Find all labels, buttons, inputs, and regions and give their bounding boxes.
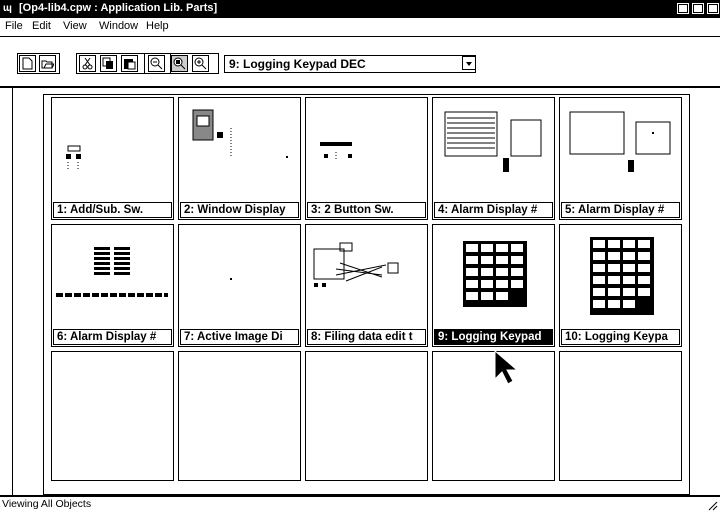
open-file-button[interactable] (39, 55, 56, 72)
menu-edit[interactable]: Edit (32, 20, 51, 32)
menu-file[interactable]: File (5, 20, 23, 32)
window-display-preview (192, 109, 288, 158)
status-text: Viewing All Objects (2, 498, 92, 510)
zoom-out-icon (150, 57, 163, 70)
part-label: 6: Alarm Display # (53, 329, 172, 345)
part-label: 1: Add/Sub. Sw. (53, 202, 172, 218)
parts-select[interactable]: 9: Logging Keypad DEC (224, 55, 476, 73)
dropdown-arrow-icon[interactable] (462, 56, 476, 70)
empty-part-slot[interactable] (51, 351, 174, 481)
part-item-9[interactable]: 9: Logging Keypad (432, 224, 555, 347)
part-item-5[interactable]: 5: Alarm Display # (559, 97, 682, 220)
menu-view[interactable]: View (63, 20, 87, 32)
part-item-1[interactable]: 1: Add/Sub. Sw. (51, 97, 174, 220)
part-label: 4: Alarm Display # (434, 202, 553, 218)
app-icon[interactable]: ɰ (3, 3, 12, 14)
part-label: 9: Logging Keypad (434, 329, 553, 345)
application-window: ɰ [Op4-lib4.cpw : Application Lib. Parts… (0, 0, 720, 511)
part-label: 3: 2 Button Sw. (307, 202, 426, 218)
part-item-8[interactable]: 8: Filing data edit t (305, 224, 428, 347)
cut-button[interactable] (79, 55, 96, 72)
title-bar[interactable]: ɰ [Op4-lib4.cpw : Application Lib. Parts… (0, 0, 720, 18)
copy-icon (102, 57, 113, 69)
part-item-6[interactable]: 6: Alarm Display # (51, 224, 174, 347)
part-label: 5: Alarm Display # (561, 202, 680, 218)
part-item-3[interactable]: 3: 2 Button Sw. (305, 97, 428, 220)
copy-button[interactable] (100, 55, 117, 72)
active-image-preview (230, 278, 232, 280)
close-button[interactable] (707, 3, 719, 14)
zoom-out-button[interactable] (148, 55, 165, 72)
empty-part-slot[interactable] (305, 351, 428, 481)
parts-select-value: 9: Logging Keypad DEC (229, 57, 366, 71)
new-file-button[interactable] (19, 55, 36, 72)
mouse-pointer-icon (493, 349, 523, 390)
part-item-2[interactable]: 2: Window Display (178, 97, 301, 220)
part-label: 10: Logging Keypa (561, 329, 680, 345)
resize-grip-icon (708, 501, 718, 511)
empty-part-slot[interactable] (559, 351, 682, 481)
zoom-in-icon (194, 57, 207, 70)
menu-bar: File Edit View Window Help (0, 19, 720, 35)
zoom-in-button[interactable] (192, 55, 209, 72)
zoom-fit-icon (173, 57, 186, 70)
logging-keypad-dec-preview (463, 241, 527, 307)
filing-data-edit-preview (313, 242, 399, 287)
part-label: 8: Filing data edit t (307, 329, 426, 345)
part-item-10[interactable]: 10: Logging Keypa (559, 224, 682, 347)
scissors-icon (82, 57, 93, 70)
minimize-button[interactable] (677, 3, 689, 14)
paste-icon (124, 59, 136, 70)
menu-help[interactable]: Help (146, 20, 169, 32)
part-item-4[interactable]: 4: Alarm Display # (432, 97, 555, 220)
new-file-icon (22, 57, 33, 70)
open-folder-icon (41, 60, 54, 69)
paste-button[interactable] (121, 55, 138, 72)
alarm-display-6-preview (56, 247, 168, 297)
part-label: 7: Active Image Di (180, 329, 299, 345)
toolbar: 9: Logging Keypad DEC (0, 36, 720, 77)
status-bar: Viewing All Objects (0, 495, 720, 511)
maximize-button[interactable] (692, 3, 704, 14)
alarm-display-5-preview (569, 111, 671, 172)
menu-window[interactable]: Window (99, 20, 138, 32)
part-item-7[interactable]: 7: Active Image Di (178, 224, 301, 347)
logging-keypad-hex-preview (590, 237, 654, 315)
part-label: 2: Window Display (180, 202, 299, 218)
window-title: [Op4-lib4.cpw : Application Lib. Parts] (19, 2, 218, 14)
two-button-switch-preview (320, 142, 352, 160)
add-sub-switch-preview (66, 145, 81, 170)
alarm-display-4-preview (444, 111, 542, 172)
empty-part-slot[interactable] (178, 351, 301, 481)
parts-select-dropdown[interactable] (462, 55, 476, 73)
zoom-fit-button[interactable] (171, 55, 188, 72)
